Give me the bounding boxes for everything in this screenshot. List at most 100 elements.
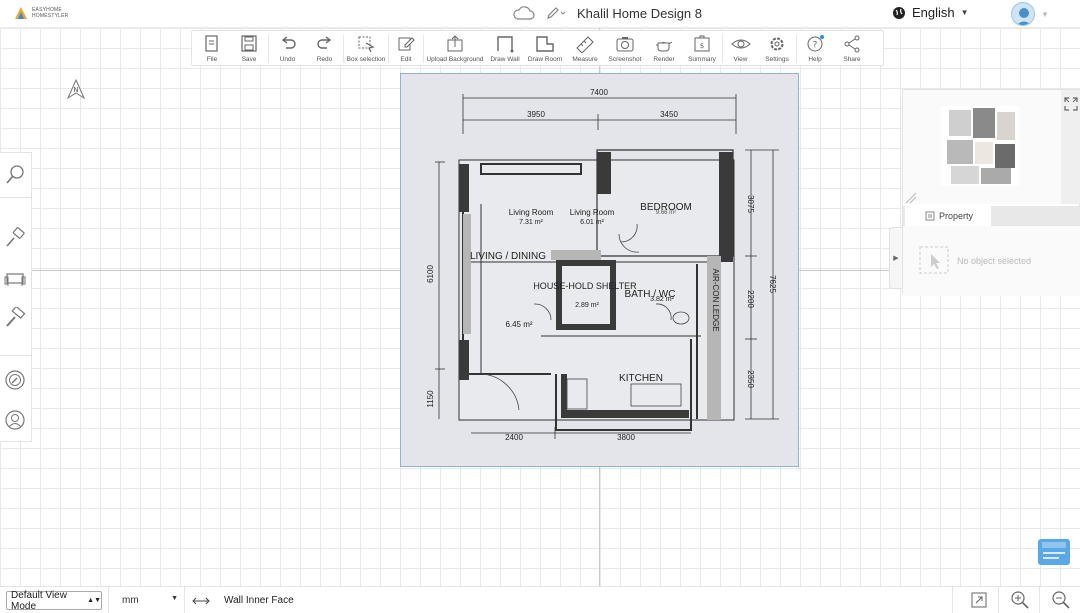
summary-icon: $ <box>694 35 710 52</box>
room-label: AIR-CON LEDGE <box>711 268 720 331</box>
draw-room-button[interactable]: Draw Room <box>524 31 566 67</box>
panel-collapse-button[interactable]: ▶ <box>889 227 902 289</box>
tool-label: Measure <box>572 56 598 63</box>
help-icon: ? <box>807 35 824 52</box>
box-selection-button[interactable]: Box selection <box>344 31 388 67</box>
dim-label: 7400 <box>590 88 608 97</box>
view-mode-label: Default View Mode <box>11 589 67 612</box>
tab-property[interactable]: Property <box>905 206 991 226</box>
compass-north-icon[interactable]: N <box>66 78 86 100</box>
view-button[interactable]: View <box>723 31 758 67</box>
render-button[interactable]: Render <box>646 31 682 67</box>
hammer-icon <box>6 307 26 327</box>
save-icon <box>241 35 257 52</box>
document-title[interactable]: Khalil Home Design 8 <box>577 6 702 21</box>
room-area: 7.31 m² <box>519 219 543 226</box>
search-catalog-button[interactable] <box>2 161 28 187</box>
app-logo[interactable]: EASYHOME HOMESTYLER <box>14 6 68 20</box>
zoom-in-icon <box>1011 591 1029 609</box>
measure-button[interactable]: Measure <box>566 31 604 67</box>
room-area: 6.45 m² <box>505 320 532 329</box>
tool-label: Summary <box>688 56 716 63</box>
language-label: English <box>912 5 955 20</box>
screenshot-button[interactable]: Screenshot <box>604 31 646 67</box>
cloud-icon[interactable] <box>513 4 535 22</box>
minimap[interactable] <box>903 90 1061 204</box>
wall-dimension-mode[interactable]: Wall Inner Face <box>192 591 294 610</box>
tool-label: File <box>206 56 218 63</box>
top-bar: EASYHOME HOMESTYLER Khalil Home Design 8… <box>0 0 1080 28</box>
user-menu[interactable]: ▼ <box>1011 2 1049 26</box>
chevron-right-icon: ▶ <box>893 255 899 262</box>
tool-label: View <box>733 56 748 63</box>
draw-room-icon <box>536 36 554 52</box>
resize-grip-icon[interactable] <box>905 192 917 204</box>
room-area: 3.82 m² <box>650 296 674 303</box>
share-button[interactable]: Share <box>833 31 871 67</box>
dim-label: 2350 <box>746 370 755 388</box>
teapot-icon <box>656 41 673 52</box>
paint-brush-button[interactable] <box>2 225 28 251</box>
unit-label: mm <box>122 595 139 606</box>
furniture-button[interactable] <box>2 265 28 291</box>
main-toolbar: File Save Undo Redo Box selection Edit U… <box>191 30 884 66</box>
language-selector[interactable]: English ▼ <box>892 5 969 20</box>
brush-icon <box>6 227 25 247</box>
upload-background-button[interactable]: Upload Background <box>424 31 486 67</box>
chat-support-icon[interactable] <box>1037 537 1071 567</box>
summary-button[interactable]: $ Summary <box>682 31 722 67</box>
settings-button[interactable]: Settings <box>758 31 796 67</box>
room-label: KITCHEN <box>619 373 663 384</box>
fit-view-button[interactable] <box>968 589 990 611</box>
save-button[interactable]: Save <box>230 31 268 67</box>
dim-label: 2400 <box>505 433 523 442</box>
view-mode-select[interactable]: Default View Mode ▲▼ <box>6 589 102 612</box>
hammer-tools-button[interactable] <box>2 305 28 331</box>
tool-label: Settings <box>765 56 789 63</box>
camera-icon <box>616 37 634 52</box>
draw-wall-button[interactable]: Draw Wall <box>486 31 524 67</box>
account-button[interactable] <box>2 407 28 433</box>
room-label: Living Room <box>570 208 615 217</box>
svg-text:$: $ <box>700 42 704 50</box>
undo-button[interactable]: Undo <box>269 31 306 67</box>
gear-icon <box>770 37 784 51</box>
edit-button[interactable]: Edit <box>389 31 423 67</box>
rename-pencil-icon[interactable] <box>545 4 567 22</box>
svg-text:?: ? <box>813 41 818 51</box>
logo-line-2: HOMESTYLER <box>32 13 69 19</box>
zoom-in-button[interactable] <box>1009 589 1031 611</box>
svg-text:N: N <box>73 86 78 94</box>
help-button[interactable]: ? Help <box>797 31 833 67</box>
room-area: 2.89 m² <box>575 302 599 309</box>
redo-button[interactable]: Redo <box>306 31 343 67</box>
tool-label: Undo <box>279 56 296 63</box>
room-label: LIVING / DINING <box>470 251 546 262</box>
dim-label: 1150 <box>426 390 435 408</box>
unit-select[interactable]: mm ▼ <box>114 591 182 610</box>
cursor-select-icon <box>919 246 949 274</box>
inspiration-button[interactable] <box>2 367 28 393</box>
chevron-down-icon: ▼ <box>960 8 969 17</box>
floorplan-background[interactable]: 7400 3950 3450 2400 3800 6100 1150 3075 … <box>400 73 799 467</box>
user-icon <box>5 410 25 430</box>
room-area: 9.66 m² <box>656 210 676 216</box>
sofa-icon <box>4 273 26 286</box>
fit-to-screen-icon <box>971 592 987 608</box>
dim-label: 3450 <box>660 110 678 119</box>
property-icon <box>925 211 935 221</box>
wall-mode-label: Wall Inner Face <box>224 595 294 606</box>
undo-icon <box>281 36 296 49</box>
no-selection-text: No object selected <box>957 256 1032 266</box>
left-sidebar <box>0 152 32 442</box>
expand-fullscreen-icon[interactable] <box>1063 96 1079 112</box>
tool-label: Upload Background <box>426 56 484 63</box>
tool-label: Draw Room <box>527 56 563 63</box>
compass-dial-icon <box>5 370 25 390</box>
file-button[interactable]: File <box>194 31 230 67</box>
zoom-out-button[interactable] <box>1050 589 1072 611</box>
share-icon <box>844 35 860 53</box>
chevron-down-icon: ▲▼ <box>87 597 101 604</box>
avatar <box>1011 2 1035 26</box>
file-icon <box>205 35 218 52</box>
